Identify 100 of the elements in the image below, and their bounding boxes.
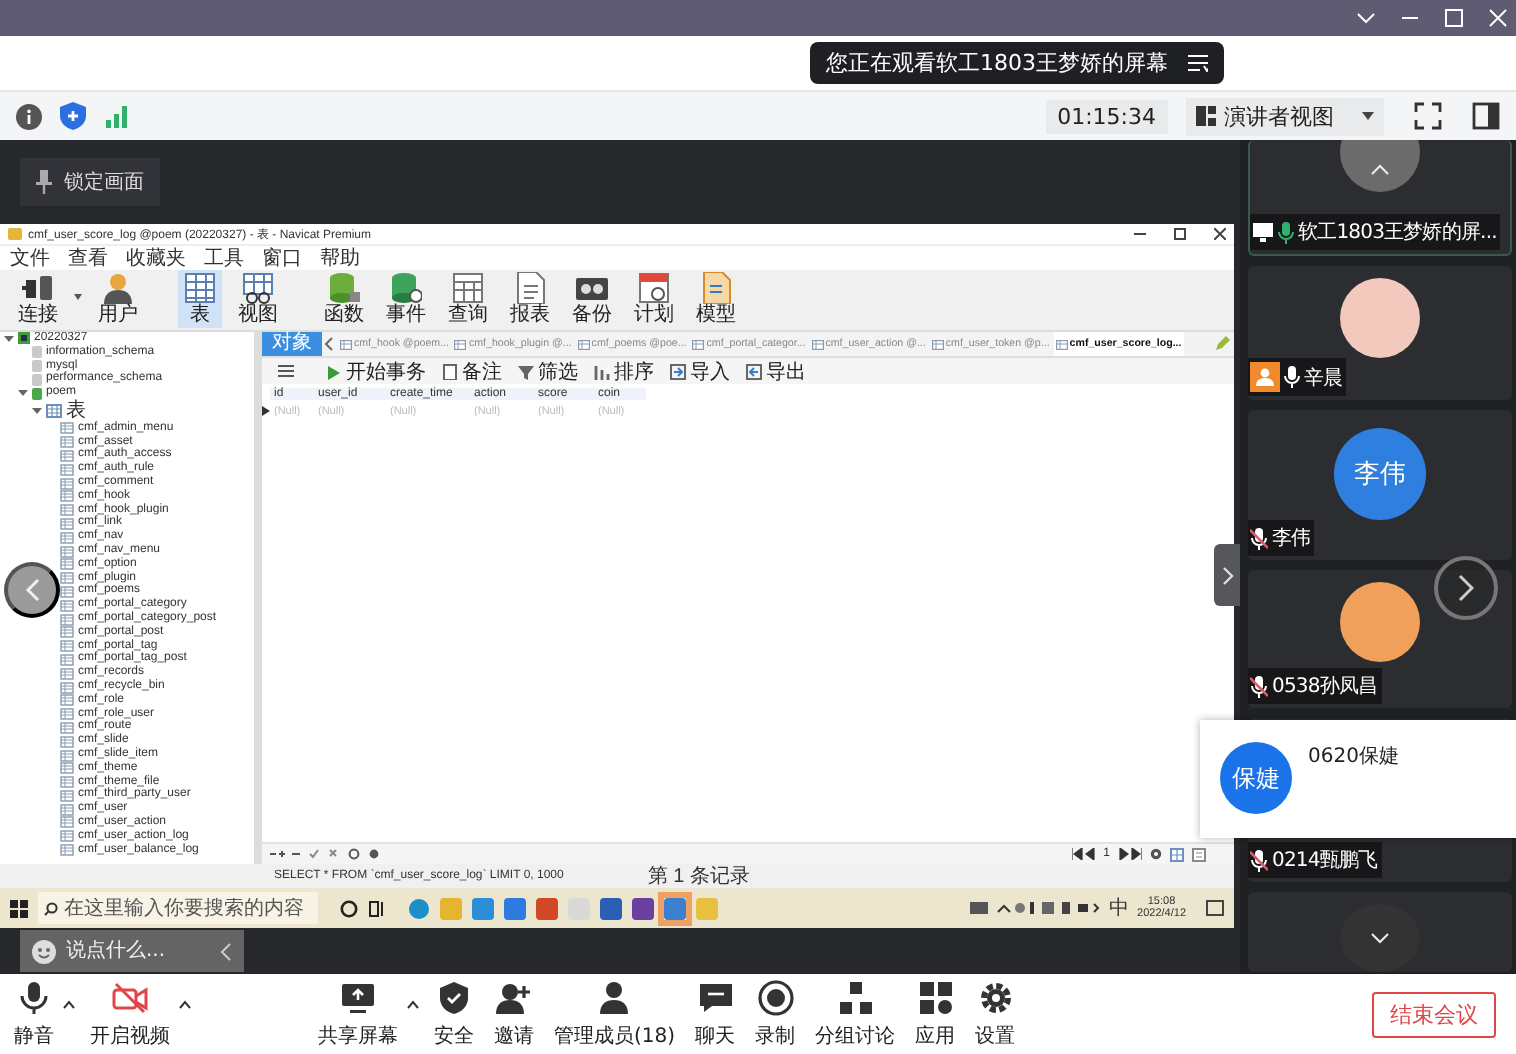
toolbar-button[interactable]: 备份: [566, 270, 618, 328]
layout-icon: [1196, 106, 1216, 126]
shield-icon: [436, 979, 472, 1015]
expand-arrow-icon[interactable]: [4, 333, 14, 344]
import-icon: [670, 363, 686, 379]
table-icon: [692, 339, 705, 349]
notice-text: 您正在观看软工1803王梦娇的屏幕: [826, 48, 1168, 78]
task-view-icon[interactable]: [368, 899, 386, 917]
table-glasses-icon: [242, 272, 274, 304]
expand-arrow-icon[interactable]: [32, 405, 42, 416]
next-page-button[interactable]: [1434, 556, 1498, 620]
toolbar-button[interactable]: 应用: [909, 979, 962, 1049]
app-icon[interactable]: [536, 897, 558, 919]
previous-page-icon[interactable]: [1071, 848, 1096, 860]
windows-icon[interactable]: [10, 899, 28, 917]
input-method-indicator[interactable]: 中: [1109, 894, 1130, 922]
emoji-icon: [32, 939, 56, 963]
grid-view-icon[interactable]: [1170, 847, 1184, 861]
toolbar-button[interactable]: 管理成员(18): [548, 979, 682, 1049]
tray-icons-drawing[interactable]: [969, 900, 1102, 916]
document-icon: [700, 272, 732, 304]
toolbar-button[interactable]: 设置: [969, 979, 1022, 1049]
shield-icon[interactable]: [60, 102, 86, 130]
toolbar-button[interactable]: 视图: [232, 270, 284, 328]
toolbar-button[interactable]: 表: [178, 270, 222, 328]
panel-toggle-button[interactable]: [1214, 544, 1240, 606]
grid-tool-button[interactable]: 排序: [594, 357, 654, 385]
expand-arrow-icon[interactable]: [18, 388, 28, 399]
view-dropdown[interactable]: 演讲者视图: [1186, 97, 1384, 135]
participant-name: 0214甄鹏飞: [1272, 848, 1378, 874]
toolbar-button[interactable]: 用户: [92, 270, 144, 328]
list-icon[interactable]: [1188, 54, 1208, 72]
settings-icon[interactable]: [1150, 848, 1162, 860]
avatar: [1340, 582, 1420, 662]
grid-tool-button[interactable]: 开始事务: [326, 357, 426, 385]
menu-item[interactable]: 工具: [204, 244, 244, 272]
chat-input-field[interactable]: 说点什么...: [66, 940, 194, 962]
toolbar-button[interactable]: 函数: [318, 270, 370, 328]
toolbar-button[interactable]: 查询: [442, 270, 494, 328]
toolbar-button[interactable]: 报表: [504, 270, 556, 328]
menu-item[interactable]: 窗口: [262, 244, 302, 272]
toolbar-button[interactable]: 连接: [12, 270, 64, 328]
sidebar-icon[interactable]: [1472, 102, 1500, 130]
microphone-icon: [16, 979, 52, 1015]
toolbar-button[interactable]: 共享屏幕: [312, 979, 404, 1049]
toolbar-button[interactable]: 录制: [749, 979, 802, 1049]
maximize-icon[interactable]: [1174, 228, 1186, 240]
cylinder-icon: [390, 272, 422, 304]
app-icon[interactable]: [632, 897, 654, 919]
menu-item[interactable]: 帮助: [320, 244, 360, 272]
toolbar-button[interactable]: 开启视频: [84, 979, 176, 1049]
fullscreen-icon[interactable]: [1414, 102, 1442, 130]
person-icon: [1256, 368, 1274, 386]
caret-up-icon[interactable]: [178, 999, 192, 1009]
toolbar-button[interactable]: 事件: [380, 270, 432, 328]
toolbar-button[interactable]: 聊天: [689, 979, 742, 1049]
info-icon[interactable]: [16, 103, 42, 129]
grid-tool-button[interactable]: 导入: [670, 357, 730, 385]
lock-view-button[interactable]: 锁定画面: [20, 158, 160, 206]
record-status: 第 1 条记录: [647, 864, 750, 890]
caret-up-icon[interactable]: [406, 999, 420, 1009]
search-icon: [44, 901, 58, 915]
grid-tool-button[interactable]: 导出: [746, 357, 806, 385]
menu-item[interactable]: 文件: [10, 244, 50, 272]
table-icon: [340, 339, 352, 349]
toolbar-button[interactable]: 计划: [628, 270, 680, 328]
app-icon[interactable]: [408, 897, 430, 919]
toolbar-button[interactable]: 分组讨论: [809, 979, 902, 1049]
grid-tool-button[interactable]: 备注: [442, 357, 502, 385]
tree-item[interactable]: 表: [66, 403, 86, 418]
caret-up-icon[interactable]: [62, 999, 76, 1009]
minimize-icon[interactable]: [1134, 228, 1146, 240]
avatar: 李伟: [1334, 428, 1426, 520]
chat-box[interactable]: 说点什么...: [20, 930, 244, 972]
app-icon[interactable]: [472, 897, 494, 919]
next-page-icon[interactable]: [1118, 848, 1142, 860]
close-icon[interactable]: [1214, 228, 1226, 240]
circle-icon[interactable]: [340, 899, 358, 917]
app-icon[interactable]: [600, 897, 622, 919]
toolbar-button[interactable]: 邀请: [488, 979, 540, 1049]
chat-icon: [697, 979, 734, 1015]
toolbar-button[interactable]: 安全: [428, 979, 480, 1049]
end-meeting-button[interactable]: 结束会议: [1372, 991, 1496, 1037]
table-group-icon: [46, 403, 62, 418]
menu-item[interactable]: 查看: [68, 244, 108, 272]
chevron-up-icon[interactable]: [1370, 164, 1390, 176]
toolbar-button[interactable]: 模型: [690, 270, 742, 328]
avatar: [1340, 278, 1420, 358]
users-icon: [596, 979, 633, 1015]
app-icon[interactable]: [504, 897, 526, 919]
chevron-left-icon[interactable]: [324, 336, 336, 352]
participant-name: 辛晨: [1304, 365, 1343, 391]
toolbar-button[interactable]: 静音: [8, 979, 60, 1049]
chevron-down-icon[interactable]: [1370, 932, 1390, 944]
grid-tool-button[interactable]: 筛选: [518, 357, 578, 385]
menu-item[interactable]: 收藏夹: [126, 244, 186, 272]
form-view-icon[interactable]: [1192, 847, 1206, 861]
apps-icon: [917, 979, 954, 1015]
menu-icon[interactable]: [278, 364, 294, 378]
app-icon: [8, 228, 22, 240]
